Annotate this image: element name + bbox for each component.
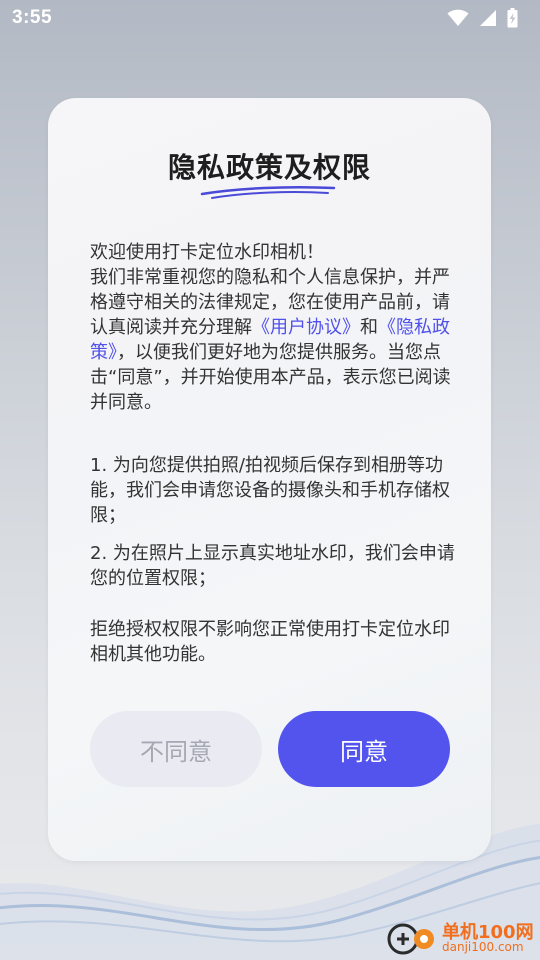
watermark-logo-icon <box>387 923 434 955</box>
screen: 3:55 隐私政策及权限 欢迎使用打卡定位水印相机！ 我们非常重视您的隐私和个人… <box>0 0 540 960</box>
dialog-content: 欢迎使用打卡定位水印相机！ 我们非常重视您的隐私和个人信息保护，并严格遵守相关的… <box>90 240 456 667</box>
disagree-button[interactable]: 不同意 <box>90 711 262 787</box>
status-icons <box>447 8 518 28</box>
user-agreement-link[interactable]: 《用户协议》 <box>252 317 360 338</box>
privacy-dialog: 隐私政策及权限 欢迎使用打卡定位水印相机！ 我们非常重视您的隐私和个人信息保护，… <box>48 98 491 861</box>
dialog-title: 隐私政策及权限 <box>167 151 371 184</box>
agree-button[interactable]: 同意 <box>278 711 450 787</box>
title-underline-decoration <box>200 186 336 199</box>
intro-and: 和 <box>360 317 378 338</box>
refusal-note: 拒绝授权权限不影响您正常使用打卡定位水印相机其他功能。 <box>90 619 450 665</box>
watermark-domain: danji100.com <box>442 940 524 954</box>
intro-greeting: 欢迎使用打卡定位水印相机！ <box>90 242 324 263</box>
cellular-signal-icon <box>480 10 496 26</box>
permission-item-camera-storage: 1. 为向您提供拍照/拍视频后保存到相册等功能，我们会申请您设备的摄像头和手机存… <box>90 455 450 526</box>
battery-charging-icon <box>507 8 518 28</box>
status-bar: 3:55 <box>0 0 540 38</box>
status-time: 3:55 <box>12 7 53 28</box>
wifi-icon <box>447 9 469 26</box>
intro-text-after: ，以便我们更好地为您提供服务。当您点击“同意”，并开始使用本产品，表示您已阅读并… <box>90 342 451 413</box>
site-watermark: 单机100网 danji100.com <box>386 912 536 960</box>
permission-item-location: 2. 为在照片上显示真实地址水印，我们会申请您的位置权限； <box>90 543 455 589</box>
intro-paragraph: 欢迎使用打卡定位水印相机！ 我们非常重视您的隐私和个人信息保护，并严格遵守相关的… <box>90 240 456 415</box>
